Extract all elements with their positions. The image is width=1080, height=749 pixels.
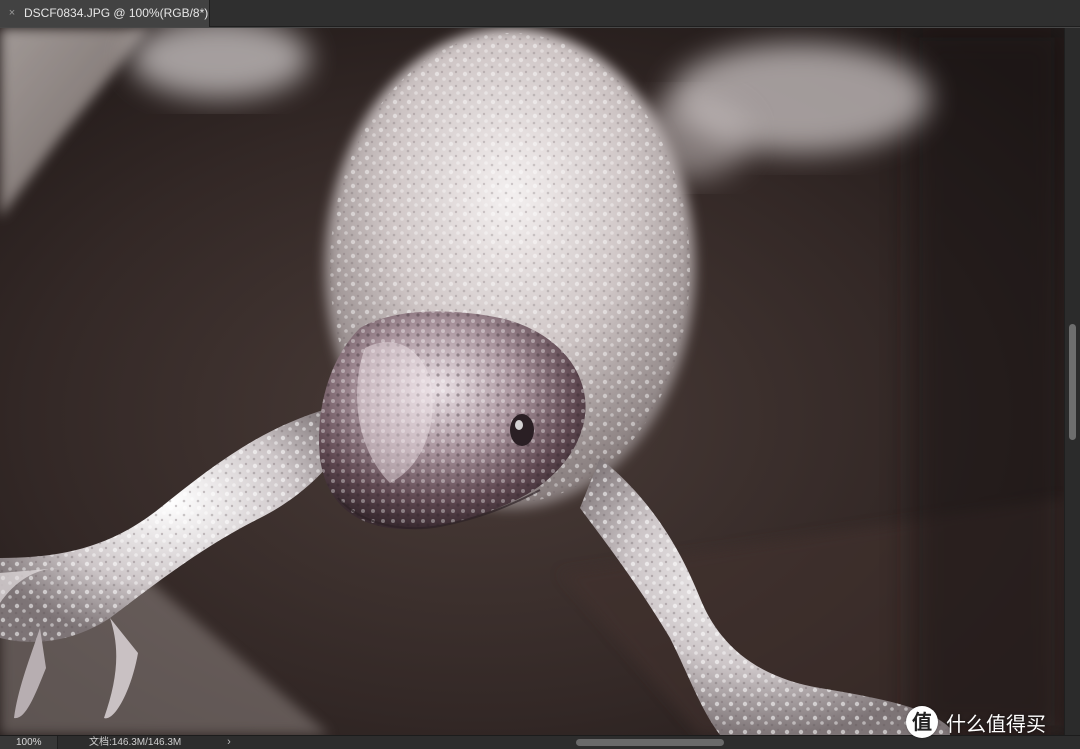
close-tab-icon[interactable]: × <box>6 6 18 20</box>
horizontal-scroll-thumb[interactable] <box>576 739 724 746</box>
watermark-logo-icon: 值 <box>906 706 938 738</box>
document-tab[interactable]: × DSCF0834.JPG @ 100%(RGB/8*) <box>0 0 210 27</box>
photoshop-window: × DSCF0834.JPG @ 100%(RGB/8*) 100% 文档:14… <box>0 0 1080 749</box>
vertical-scrollbar[interactable] <box>1064 28 1080 735</box>
watermark-logo-glyph: 值 <box>912 710 932 734</box>
status-menu-arrow-icon[interactable]: › <box>224 736 234 749</box>
canvas-photo <box>0 28 1064 735</box>
image-canvas[interactable] <box>0 28 1064 735</box>
document-size-info: 文档:146.3M/146.3M <box>89 737 182 748</box>
document-tab-bar: × DSCF0834.JPG @ 100%(RGB/8*) <box>0 0 1080 27</box>
zoom-level-field[interactable]: 100% <box>0 736 58 749</box>
watermark-text: 什么值得买 <box>946 711 1046 736</box>
vertical-scroll-thumb[interactable] <box>1069 324 1076 440</box>
site-watermark: 值 什么值得买 <box>906 705 1046 739</box>
document-tab-title: DSCF0834.JPG @ 100%(RGB/8*) <box>24 6 209 20</box>
